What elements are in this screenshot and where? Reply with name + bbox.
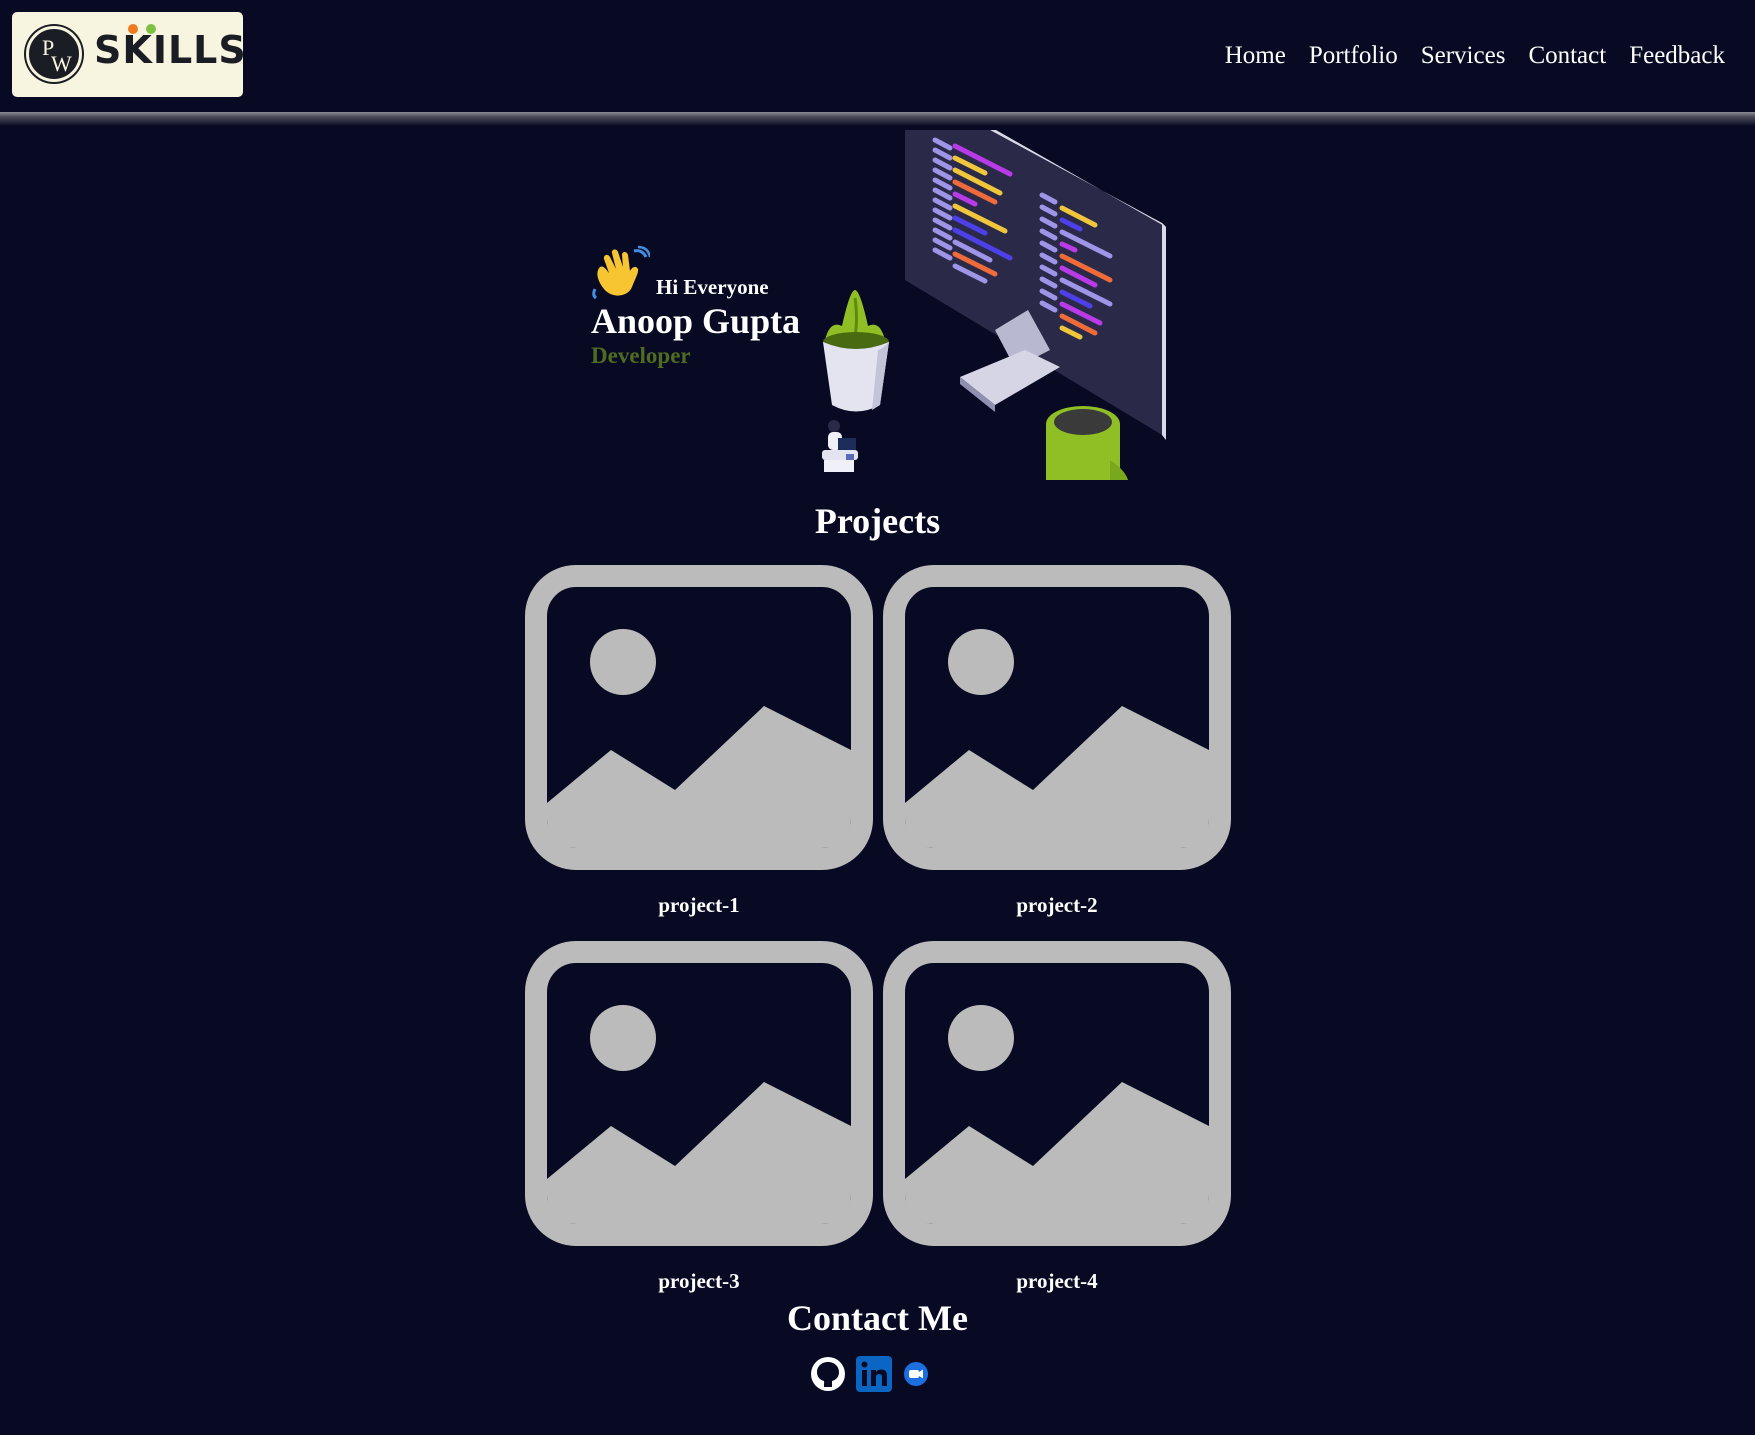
seal-letter-w: W <box>51 51 72 76</box>
logo[interactable]: P W SKILLS <box>12 12 246 97</box>
linkedin-icon[interactable] <box>856 1356 892 1397</box>
image-placeholder-icon <box>883 941 1231 1246</box>
social-links <box>810 1356 930 1397</box>
project-card-2[interactable]: project-2 <box>883 565 1231 917</box>
project-label[interactable]: project-3 <box>525 1269 873 1294</box>
developer-workspace-illustration <box>822 130 1166 480</box>
contact-title: Contact Me <box>787 1298 968 1338</box>
video-call-icon[interactable] <box>902 1360 930 1393</box>
hero-name: Anoop Gupta <box>591 301 801 341</box>
project-card-3[interactable]: project-3 <box>525 941 873 1293</box>
main-nav: Home Portfolio Services Contact Feedback <box>1225 42 1725 70</box>
project-card-1[interactable]: project-1 <box>525 565 873 917</box>
waving-hand-icon <box>592 245 650 300</box>
nav-feedback[interactable]: Feedback <box>1629 42 1725 70</box>
projects-title: Projects <box>814 501 941 541</box>
github-icon[interactable] <box>810 1356 846 1397</box>
image-placeholder-icon <box>883 565 1231 870</box>
project-label[interactable]: project-4 <box>883 1269 1231 1294</box>
image-placeholder-icon <box>525 565 873 870</box>
hero-role: Developer <box>591 343 691 368</box>
hero-greeting: Hi Everyone <box>590 245 769 301</box>
nav-contact[interactable]: Contact <box>1528 42 1606 70</box>
site-header: P W SKILLS Home Portfolio Services Conta… <box>0 0 1755 115</box>
nav-home[interactable]: Home <box>1225 42 1286 70</box>
image-placeholder-icon <box>525 941 873 1246</box>
project-card-4[interactable]: project-4 <box>883 941 1231 1293</box>
header-divider <box>0 112 1755 126</box>
nav-services[interactable]: Services <box>1421 42 1506 70</box>
portfolio-page: P W SKILLS Home Portfolio Services Conta… <box>0 0 1755 1435</box>
logo-text: SKILLS <box>94 28 247 72</box>
project-label[interactable]: project-1 <box>525 893 873 918</box>
greeting-text: Hi Everyone <box>656 274 769 299</box>
nav-portfolio[interactable]: Portfolio <box>1309 42 1398 70</box>
project-label[interactable]: project-2 <box>883 893 1231 918</box>
pw-seal-icon: P W <box>26 26 82 82</box>
